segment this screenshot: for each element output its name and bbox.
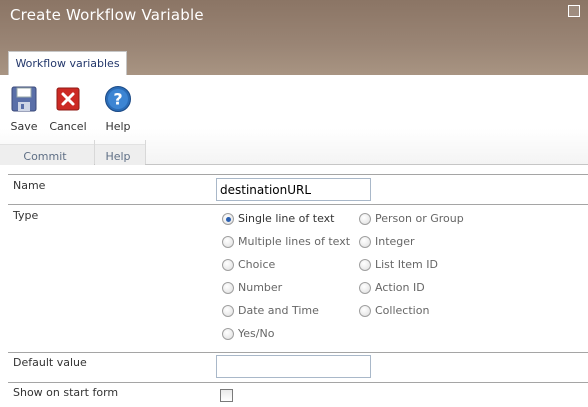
radio-label: Number [238, 281, 283, 294]
tab-workflow-variables[interactable]: Workflow variables [8, 51, 127, 76]
name-label: Name [13, 179, 46, 192]
show-on-start-form-checkbox[interactable] [220, 389, 233, 402]
save-button[interactable]: Save [4, 85, 44, 133]
svg-text:?: ? [113, 90, 122, 109]
radio-dot [222, 236, 234, 248]
radio-dot [359, 236, 371, 248]
cancel-x-icon [56, 87, 80, 111]
group-divider [145, 140, 146, 164]
default-value-input[interactable] [216, 355, 371, 378]
radio-dot [222, 213, 234, 225]
radio-label: Multiple lines of text [238, 235, 351, 248]
type-label: Type [13, 209, 39, 222]
commit-group-label: Commit [23, 150, 67, 163]
radio-label: Choice [238, 258, 276, 271]
dialog-title: Create Workflow Variable [10, 6, 204, 24]
help-button[interactable]: ? Help [98, 85, 138, 133]
help-label: Help [105, 120, 131, 133]
show-on-start-form-label: Show on start form [13, 386, 119, 399]
radio-dot [359, 213, 371, 225]
save-disk-icon [11, 86, 37, 112]
radio-dot [359, 259, 371, 271]
show-on-start-form-row: Show on start form [8, 382, 588, 407]
help-question-icon: ? [105, 86, 131, 112]
close-icon[interactable] [566, 3, 580, 17]
radio-label: Yes/No [238, 327, 275, 340]
radio-label: Integer [375, 235, 415, 248]
radio-label: Action ID [375, 281, 425, 294]
radio-label: List Item ID [375, 258, 438, 271]
radio-dot [222, 282, 234, 294]
radio-dot [359, 282, 371, 294]
radio-label: Collection [375, 304, 430, 317]
radio-dot [222, 328, 234, 340]
radio-label: Single line of text [238, 212, 335, 225]
radio-dot [359, 305, 371, 317]
radio-label: Date and Time [238, 304, 319, 317]
cancel-button[interactable]: Cancel [48, 85, 88, 133]
default-value-label: Default value [13, 356, 87, 369]
help-group-label: Help [105, 150, 131, 163]
name-input[interactable] [216, 178, 371, 201]
save-label: Save [10, 120, 38, 133]
cancel-label: Cancel [49, 120, 87, 133]
radio-dot [222, 305, 234, 317]
radio-dot [222, 259, 234, 271]
radio-label: Person or Group [375, 212, 464, 225]
